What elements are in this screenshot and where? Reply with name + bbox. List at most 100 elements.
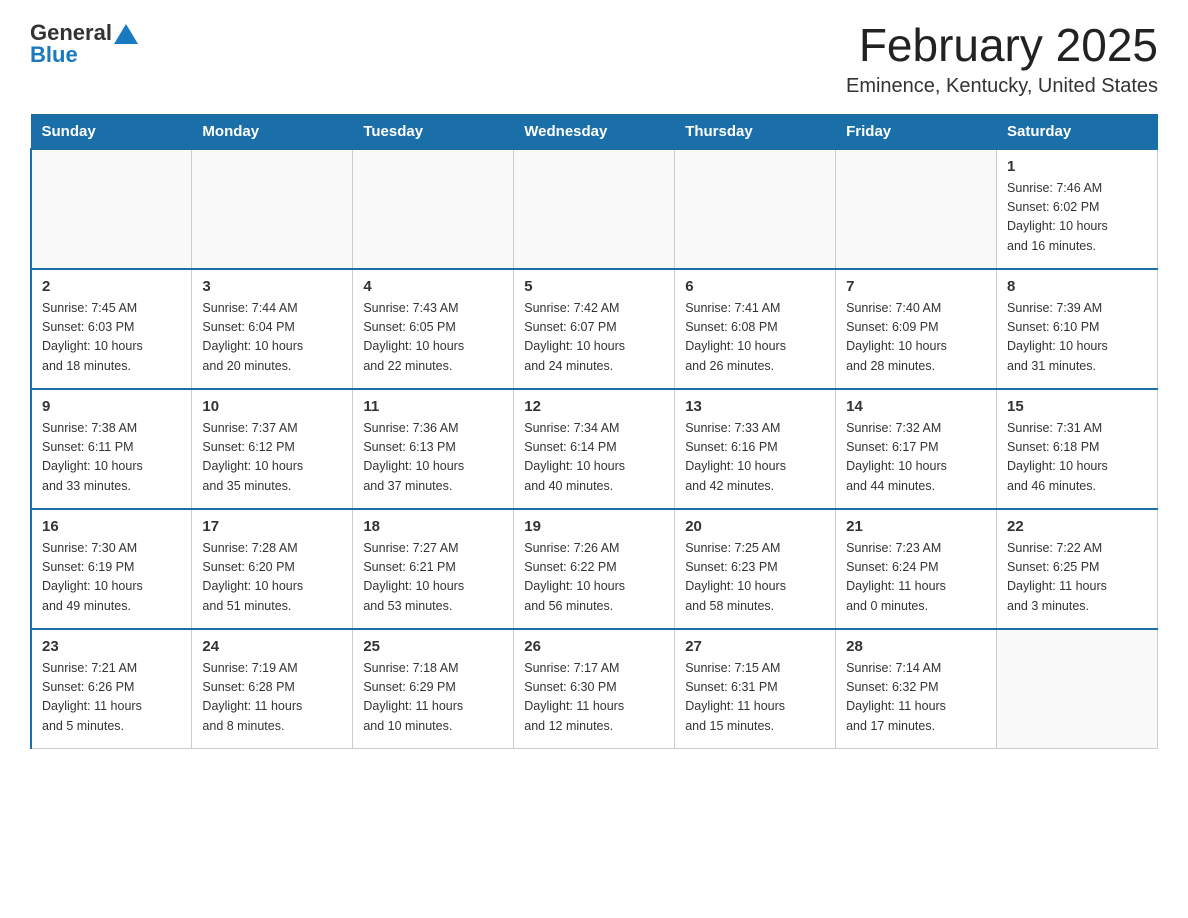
day-number: 7 <box>846 278 986 295</box>
calendar-day-cell: 20 Sunrise: 7:25 AMSunset: 6:23 PMDayligh… <box>675 509 836 629</box>
calendar-day-cell <box>514 149 675 269</box>
calendar-day-cell: 28 Sunrise: 7:14 AMSunset: 6:32 PMDayligh… <box>836 629 997 749</box>
day-number: 26 <box>524 638 664 655</box>
calendar-day-cell: 13 Sunrise: 7:33 AMSunset: 6:16 PMDayligh… <box>675 389 836 509</box>
day-info: Sunrise: 7:30 AMSunset: 6:19 PMDaylight:… <box>42 539 181 617</box>
day-info: Sunrise: 7:38 AMSunset: 6:11 PMDaylight:… <box>42 419 181 497</box>
calendar-week-row: 16 Sunrise: 7:30 AMSunset: 6:19 PMDayligh… <box>31 509 1158 629</box>
day-number: 1 <box>1007 158 1147 175</box>
day-info: Sunrise: 7:26 AMSunset: 6:22 PMDaylight:… <box>524 539 664 617</box>
calendar-day-cell: 27Sunrise: 7:15 AMSunset: 6:31 PMDayligh… <box>675 629 836 749</box>
day-number: 13 <box>685 398 825 415</box>
day-info: Sunrise: 7:36 AMSunset: 6:13 PMDaylight:… <box>363 419 503 497</box>
day-info: Sunrise: 7:41 AMSunset: 6:08 PMDaylight:… <box>685 299 825 377</box>
calendar-day-cell: 9 Sunrise: 7:38 AMSunset: 6:11 PMDaylight… <box>31 389 192 509</box>
calendar-day-cell: 24 Sunrise: 7:19 AMSunset: 6:28 PMDayligh… <box>192 629 353 749</box>
calendar-day-cell: 16 Sunrise: 7:30 AMSunset: 6:19 PMDayligh… <box>31 509 192 629</box>
calendar-day-cell: 19 Sunrise: 7:26 AMSunset: 6:22 PMDayligh… <box>514 509 675 629</box>
calendar-header-row: SundayMondayTuesdayWednesdayThursdayFrid… <box>31 114 1158 149</box>
calendar-day-cell: 8 Sunrise: 7:39 AMSunset: 6:10 PMDaylight… <box>997 269 1158 389</box>
calendar-day-cell: 5 Sunrise: 7:42 AMSunset: 6:07 PMDaylight… <box>514 269 675 389</box>
calendar-day-cell: 23 Sunrise: 7:21 AMSunset: 6:26 PMDayligh… <box>31 629 192 749</box>
calendar-day-cell: 2 Sunrise: 7:45 AMSunset: 6:03 PMDaylight… <box>31 269 192 389</box>
day-number: 4 <box>363 278 503 295</box>
calendar-day-cell: 7 Sunrise: 7:40 AMSunset: 6:09 PMDaylight… <box>836 269 997 389</box>
day-info: Sunrise: 7:43 AMSunset: 6:05 PMDaylight:… <box>363 299 503 377</box>
logo-triangle-icon <box>114 24 138 44</box>
day-info: Sunrise: 7:28 AMSunset: 6:20 PMDaylight:… <box>202 539 342 617</box>
day-info: Sunrise: 7:23 AMSunset: 6:24 PMDaylight:… <box>846 539 986 617</box>
day-number: 28 <box>846 638 986 655</box>
day-number: 8 <box>1007 278 1147 295</box>
calendar-day-cell: 3Sunrise: 7:44 AMSunset: 6:04 PMDaylight… <box>192 269 353 389</box>
calendar-day-cell: 11 Sunrise: 7:36 AMSunset: 6:13 PMDayligh… <box>353 389 514 509</box>
day-number: 16 <box>42 518 181 535</box>
day-number: 19 <box>524 518 664 535</box>
day-number: 17 <box>202 518 342 535</box>
day-number: 9 <box>42 398 181 415</box>
day-of-week-header: Wednesday <box>514 114 675 149</box>
day-number: 20 <box>685 518 825 535</box>
day-number: 11 <box>363 398 503 415</box>
calendar-day-cell: 18Sunrise: 7:27 AMSunset: 6:21 PMDayligh… <box>353 509 514 629</box>
day-info: Sunrise: 7:18 AMSunset: 6:29 PMDaylight:… <box>363 659 503 737</box>
day-number: 3 <box>202 278 342 295</box>
calendar-week-row: 23 Sunrise: 7:21 AMSunset: 6:26 PMDayligh… <box>31 629 1158 749</box>
day-number: 2 <box>42 278 181 295</box>
day-number: 5 <box>524 278 664 295</box>
day-number: 10 <box>202 398 342 415</box>
day-number: 18 <box>363 518 503 535</box>
day-info: Sunrise: 7:15 AMSunset: 6:31 PMDaylight:… <box>685 659 825 737</box>
calendar-day-cell: 21Sunrise: 7:23 AMSunset: 6:24 PMDayligh… <box>836 509 997 629</box>
calendar-day-cell: 26 Sunrise: 7:17 AMSunset: 6:30 PMDayligh… <box>514 629 675 749</box>
calendar-day-cell: 12 Sunrise: 7:34 AMSunset: 6:14 PMDayligh… <box>514 389 675 509</box>
day-info: Sunrise: 7:14 AMSunset: 6:32 PMDaylight:… <box>846 659 986 737</box>
logo: General Blue <box>30 20 138 68</box>
logo-blue-text: Blue <box>30 42 78 68</box>
day-info: Sunrise: 7:21 AMSunset: 6:26 PMDaylight:… <box>42 659 181 737</box>
day-info: Sunrise: 7:34 AMSunset: 6:14 PMDaylight:… <box>524 419 664 497</box>
calendar-day-cell: 1 Sunrise: 7:46 AMSunset: 6:02 PMDaylight… <box>997 149 1158 269</box>
day-info: Sunrise: 7:45 AMSunset: 6:03 PMDaylight:… <box>42 299 181 377</box>
location-title: Eminence, Kentucky, United States <box>846 75 1158 98</box>
calendar-day-cell: 25 Sunrise: 7:18 AMSunset: 6:29 PMDayligh… <box>353 629 514 749</box>
day-info: Sunrise: 7:40 AMSunset: 6:09 PMDaylight:… <box>846 299 986 377</box>
day-number: 12 <box>524 398 664 415</box>
day-info: Sunrise: 7:46 AMSunset: 6:02 PMDaylight:… <box>1007 179 1147 257</box>
calendar-day-cell <box>997 629 1158 749</box>
calendar-day-cell: 22 Sunrise: 7:22 AMSunset: 6:25 PMDayligh… <box>997 509 1158 629</box>
day-number: 6 <box>685 278 825 295</box>
calendar-day-cell <box>192 149 353 269</box>
day-of-week-header: Thursday <box>675 114 836 149</box>
day-info: Sunrise: 7:17 AMSunset: 6:30 PMDaylight:… <box>524 659 664 737</box>
day-of-week-header: Tuesday <box>353 114 514 149</box>
calendar-week-row: 1 Sunrise: 7:46 AMSunset: 6:02 PMDaylight… <box>31 149 1158 269</box>
day-number: 22 <box>1007 518 1147 535</box>
day-info: Sunrise: 7:33 AMSunset: 6:16 PMDaylight:… <box>685 419 825 497</box>
calendar-day-cell: 10 Sunrise: 7:37 AMSunset: 6:12 PMDayligh… <box>192 389 353 509</box>
day-number: 24 <box>202 638 342 655</box>
calendar-week-row: 2 Sunrise: 7:45 AMSunset: 6:03 PMDaylight… <box>31 269 1158 389</box>
day-info: Sunrise: 7:39 AMSunset: 6:10 PMDaylight:… <box>1007 299 1147 377</box>
day-of-week-header: Saturday <box>997 114 1158 149</box>
title-block: February 2025 Eminence, Kentucky, United… <box>846 20 1158 98</box>
calendar-day-cell: 4 Sunrise: 7:43 AMSunset: 6:05 PMDaylight… <box>353 269 514 389</box>
calendar-day-cell <box>31 149 192 269</box>
day-info: Sunrise: 7:32 AMSunset: 6:17 PMDaylight:… <box>846 419 986 497</box>
day-info: Sunrise: 7:19 AMSunset: 6:28 PMDaylight:… <box>202 659 342 737</box>
calendar-day-cell: 15Sunrise: 7:31 AMSunset: 6:18 PMDayligh… <box>997 389 1158 509</box>
day-of-week-header: Friday <box>836 114 997 149</box>
day-info: Sunrise: 7:37 AMSunset: 6:12 PMDaylight:… <box>202 419 342 497</box>
day-info: Sunrise: 7:31 AMSunset: 6:18 PMDaylight:… <box>1007 419 1147 497</box>
calendar-week-row: 9 Sunrise: 7:38 AMSunset: 6:11 PMDaylight… <box>31 389 1158 509</box>
calendar-day-cell: 6 Sunrise: 7:41 AMSunset: 6:08 PMDaylight… <box>675 269 836 389</box>
day-number: 14 <box>846 398 986 415</box>
day-info: Sunrise: 7:22 AMSunset: 6:25 PMDaylight:… <box>1007 539 1147 617</box>
month-title: February 2025 <box>846 20 1158 71</box>
calendar-day-cell <box>675 149 836 269</box>
day-info: Sunrise: 7:42 AMSunset: 6:07 PMDaylight:… <box>524 299 664 377</box>
day-info: Sunrise: 7:25 AMSunset: 6:23 PMDaylight:… <box>685 539 825 617</box>
calendar-table: SundayMondayTuesdayWednesdayThursdayFrid… <box>30 114 1158 750</box>
day-number: 23 <box>42 638 181 655</box>
day-number: 25 <box>363 638 503 655</box>
